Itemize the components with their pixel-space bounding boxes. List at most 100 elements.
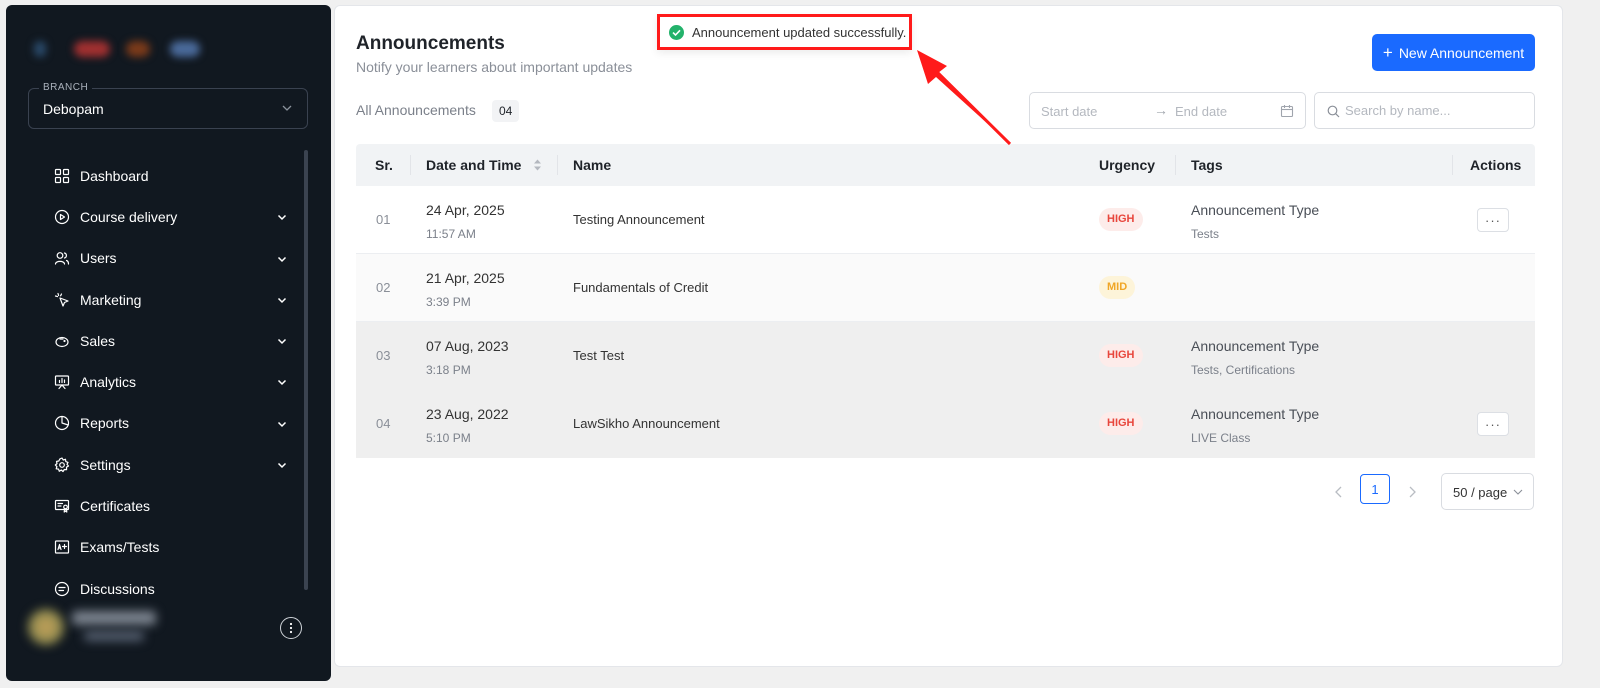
row-sr: 03 — [376, 348, 391, 363]
sidebar-item-settings[interactable]: Settings — [44, 444, 294, 485]
sidebar-item-marketing[interactable]: Marketing — [44, 279, 294, 320]
sidebar-item-exams-tests[interactable]: Exams/Tests — [44, 527, 294, 568]
more-horizontal-icon: ··· — [1485, 416, 1501, 432]
success-toast: Announcement updated successfully. — [657, 14, 912, 50]
sidebar-item-sales[interactable]: Sales — [44, 320, 294, 361]
urgency-badge: HIGH — [1099, 208, 1143, 231]
chevron-right-icon — [1409, 486, 1416, 498]
search-input[interactable] — [1345, 93, 1530, 128]
row-date: 24 Apr, 2025 — [426, 202, 505, 218]
row-sr: 04 — [376, 416, 391, 431]
branch-label: BRANCH — [39, 82, 93, 93]
chevron-down-icon — [277, 256, 287, 262]
row-name: Testing Announcement — [573, 212, 705, 227]
sidebar-item-discussions[interactable]: Discussions — [44, 568, 294, 609]
column-date-time[interactable]: Date and Time — [426, 157, 521, 173]
sidebar-item-label: Dashboard — [80, 167, 149, 184]
new-announcement-label: New Announcement — [1398, 44, 1525, 61]
table-row[interactable]: 02 21 Apr, 2025 3:39 PM Fundamentals of Cre… — [356, 254, 1535, 322]
row-name: Fundamentals of Credit — [573, 280, 709, 295]
table-body: 01 24 Apr, 2025 11:57 AM Testing Announceme… — [356, 186, 1535, 458]
urgency-badge: HIGH — [1099, 412, 1143, 435]
user-profile[interactable] — [24, 605, 174, 651]
sidebar-item-reports[interactable]: Reports — [44, 403, 294, 444]
chevron-down-icon — [1513, 489, 1523, 495]
row-tag-type: Announcement Type — [1191, 338, 1320, 354]
table-row[interactable]: 04 23 Aug, 2022 5:10 PM LawSikho Announceme… — [356, 390, 1535, 458]
page-subtitle: Notify your learners about important upd… — [356, 59, 633, 75]
plus-icon: + — [1382, 42, 1393, 62]
sidebar-item-users[interactable]: Users — [44, 238, 294, 279]
sidebar-item-course-delivery[interactable]: Course delivery — [44, 196, 294, 237]
table-header: Sr. Date and Time Name Urgency Tags Acti… — [356, 144, 1535, 186]
branch-value: Debopam — [43, 101, 104, 117]
logo — [30, 35, 210, 65]
search-box[interactable] — [1314, 92, 1535, 129]
pagination-next-button[interactable] — [1402, 482, 1422, 502]
pagination-prev-button[interactable] — [1329, 482, 1349, 502]
exam-icon — [54, 540, 70, 554]
sidebar-item-certificates[interactable]: Certificates — [44, 485, 294, 526]
announcement-count-badge: 04 — [492, 100, 520, 122]
check-circle-icon — [669, 24, 684, 40]
sidebar: BRANCH Debopam Dashboard Course delivery U… — [6, 5, 331, 681]
column-tags: Tags — [1191, 157, 1223, 173]
sort-icon[interactable] — [533, 158, 542, 172]
sidebar-item-label: Reports — [80, 415, 130, 432]
pagination-page-1[interactable]: 1 — [1360, 474, 1390, 504]
sidebar-item-dashboard[interactable]: Dashboard — [44, 155, 294, 196]
column-sr: Sr. — [375, 157, 393, 173]
row-name: LawSikho Announcement — [573, 416, 720, 431]
user-role — [84, 631, 144, 641]
toast-message: Announcement updated successfully. — [692, 24, 907, 40]
start-date-input[interactable]: Start date — [1041, 104, 1097, 119]
column-name: Name — [573, 157, 612, 173]
row-date: 07 Aug, 2023 — [426, 338, 509, 354]
row-tags: Tests, Certifications — [1191, 363, 1296, 377]
row-sr: 01 — [376, 212, 391, 227]
more-horizontal-icon: ··· — [1485, 212, 1501, 228]
new-announcement-button[interactable]: + New Announcement — [1372, 34, 1535, 71]
search-icon — [1327, 105, 1340, 118]
sidebar-item-label: Analytics — [80, 374, 137, 391]
play-circle-icon — [54, 209, 70, 225]
page-size-select[interactable]: 50 / page — [1441, 473, 1534, 510]
chevron-down-icon — [277, 421, 287, 427]
presentation-chart-icon — [54, 375, 70, 390]
chevron-down-icon — [277, 463, 287, 469]
urgency-badge: MID — [1099, 276, 1136, 299]
row-actions-button[interactable]: ··· — [1477, 208, 1509, 232]
branch-select[interactable]: BRANCH Debopam — [28, 82, 308, 129]
table-row[interactable]: 01 24 Apr, 2025 11:57 AM Testing Announceme… — [356, 186, 1535, 254]
date-range-picker[interactable]: Start date → End date — [1029, 92, 1306, 129]
user-menu-button[interactable] — [280, 617, 302, 639]
row-time: 5:10 PM — [426, 431, 471, 445]
row-time: 3:39 PM — [426, 295, 471, 309]
column-actions: Actions — [1470, 157, 1522, 173]
page-title: Announcements — [356, 33, 505, 54]
all-announcements-label: All Announcements — [356, 102, 476, 118]
dashboard-icon — [54, 168, 70, 183]
row-actions-button[interactable]: ··· — [1477, 412, 1509, 436]
row-time: 11:57 AM — [426, 227, 476, 241]
chevron-down-icon — [277, 297, 287, 303]
user-name — [72, 611, 156, 625]
end-date-input[interactable]: End date — [1175, 104, 1227, 119]
row-tag-type: Announcement Type — [1191, 406, 1320, 422]
sidebar-item-label: Settings — [80, 456, 131, 473]
chevron-down-icon — [277, 339, 287, 345]
column-urgency: Urgency — [1099, 157, 1156, 173]
sidebar-item-analytics[interactable]: Analytics — [44, 361, 294, 402]
chevron-down-icon — [277, 380, 287, 386]
page-size-value: 50 / page — [1453, 485, 1508, 500]
sidebar-item-label: Marketing — [80, 291, 142, 308]
row-date: 23 Aug, 2022 — [426, 406, 509, 422]
avatar — [28, 609, 64, 645]
sidebar-nav: Dashboard Course delivery Users Marketing Sa… — [44, 155, 294, 609]
main-panel: Announcements Notify your learners about… — [334, 5, 1563, 667]
urgency-badge: HIGH — [1099, 344, 1143, 367]
table-row[interactable]: 03 07 Aug, 2023 3:18 PM Test Test HIGH Announ… — [356, 322, 1535, 390]
row-tags: Tests — [1191, 227, 1220, 241]
sidebar-scrollbar[interactable] — [304, 150, 308, 590]
chat-icon — [54, 581, 70, 596]
